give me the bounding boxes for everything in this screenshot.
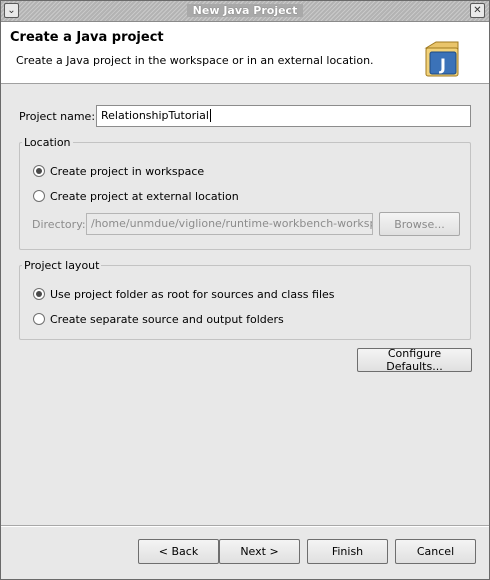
new-java-project-dialog: ⌄ New Java Project ✕ Create a Java proje… <box>0 0 490 580</box>
wizard-title: Create a Java project <box>10 30 164 45</box>
directory-label: Directory: <box>32 218 86 231</box>
close-icon[interactable]: ✕ <box>470 3 485 18</box>
radio-button[interactable] <box>33 313 45 325</box>
radio-label: Use project folder as root for sources a… <box>50 287 335 301</box>
radio-create-at-external[interactable]: Create project at external location <box>33 189 239 203</box>
project-layout-group-title: Project layout <box>22 259 102 272</box>
radio-button-selected[interactable] <box>33 165 45 177</box>
radio-label: Create separate source and output folder… <box>50 312 284 326</box>
finish-button[interactable]: Finish <box>307 539 388 564</box>
footer-separator <box>1 525 489 527</box>
project-name-label: Project name: <box>19 110 96 123</box>
location-group-title: Location <box>22 136 73 149</box>
configure-defaults-button[interactable]: Configure Defaults... <box>357 347 472 373</box>
radio-label: Create project at external location <box>50 189 239 203</box>
directory-input[interactable]: /home/unmdue/viglione/runtime-workbench-… <box>86 213 373 235</box>
java-project-icon: J <box>424 41 459 77</box>
radio-use-project-folder[interactable]: Use project folder as root for sources a… <box>33 287 335 301</box>
back-button[interactable]: < Back <box>138 539 219 564</box>
next-button[interactable]: Next > <box>219 539 300 564</box>
radio-button-selected[interactable] <box>33 288 45 300</box>
project-layout-group <box>19 265 471 340</box>
project-name-input[interactable]: RelationshipTutorial <box>96 105 471 127</box>
title-bar[interactable]: ⌄ New Java Project ✕ <box>1 1 489 22</box>
wizard-header: Create a Java project Create a Java proj… <box>1 22 489 84</box>
browse-button[interactable]: Browse... <box>379 212 460 236</box>
svg-text:J: J <box>439 55 446 74</box>
cancel-button[interactable]: Cancel <box>395 539 476 564</box>
radio-label: Create project in workspace <box>50 164 205 178</box>
window-title: New Java Project <box>1 4 489 17</box>
radio-create-in-workspace[interactable]: Create project in workspace <box>33 164 204 178</box>
wizard-description: Create a Java project in the workspace o… <box>16 54 374 67</box>
radio-separate-folders[interactable]: Create separate source and output folder… <box>33 312 284 326</box>
radio-button[interactable] <box>33 190 45 202</box>
